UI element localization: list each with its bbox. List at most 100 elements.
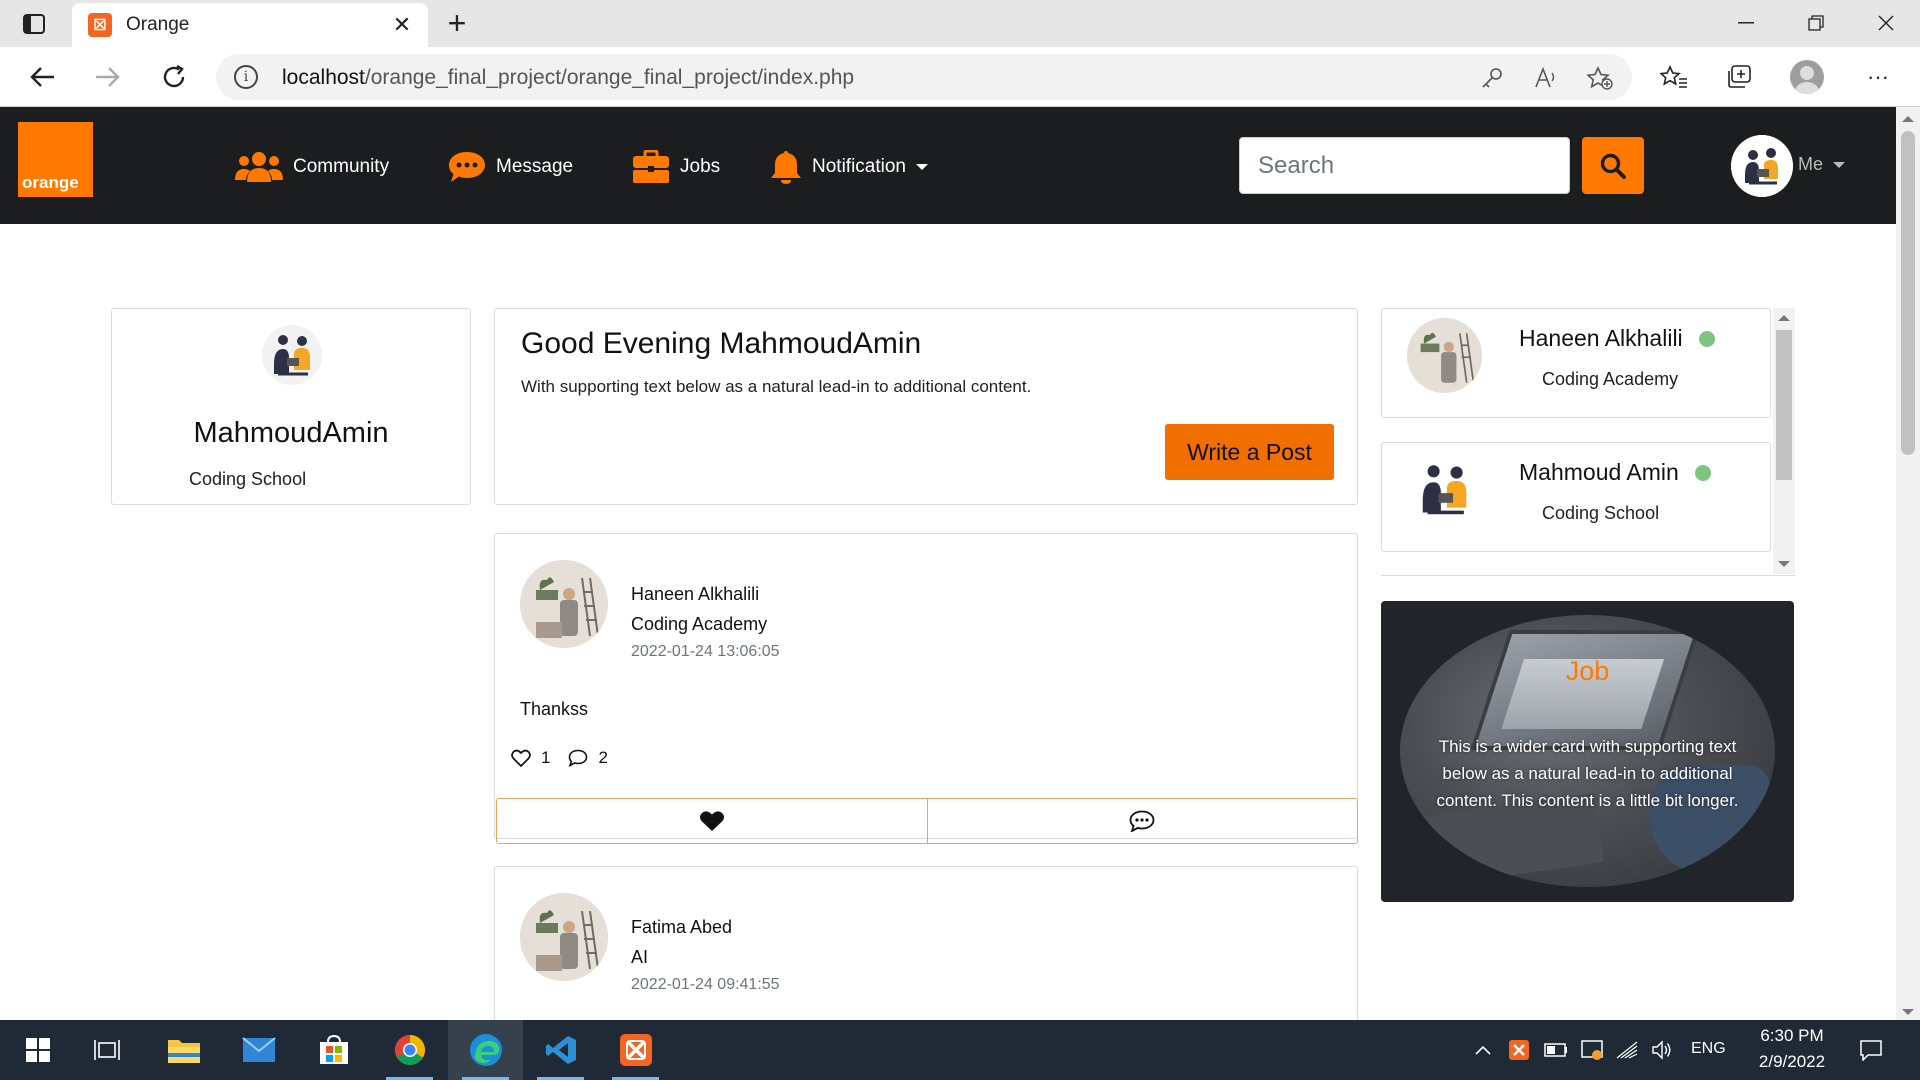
chevron-down-icon [916, 164, 928, 170]
user-avatar[interactable] [1731, 135, 1793, 197]
battery-icon[interactable] [1543, 1038, 1569, 1062]
refresh-icon[interactable] [154, 59, 194, 95]
friend-item[interactable]: Haneen Alkhalili Coding Academy [1381, 308, 1771, 418]
address-bar[interactable]: i localhost/orange_final_project/orange_… [216, 54, 1632, 100]
scroll-up-icon[interactable] [1902, 116, 1914, 122]
chrome-icon [394, 1035, 425, 1066]
browser-toolbar: i localhost/orange_final_project/orange_… [0, 47, 1920, 107]
search-button[interactable] [1582, 137, 1644, 194]
xampp-icon [619, 1034, 652, 1066]
clock-date[interactable]: 2/9/2022 [1745, 1052, 1839, 1072]
like-button[interactable] [497, 799, 927, 843]
heart-icon [699, 811, 724, 831]
scroll-down-icon[interactable] [1902, 1009, 1914, 1015]
task-view-button[interactable] [70, 1020, 145, 1080]
restore-icon[interactable] [1794, 8, 1838, 38]
edge-icon [469, 1034, 502, 1066]
wifi-icon[interactable] [1614, 1038, 1640, 1062]
tab-close-icon[interactable]: ✕ [388, 11, 416, 39]
url-text[interactable]: localhost/orange_final_project/orange_fi… [282, 66, 854, 90]
scroll-up-icon[interactable] [1778, 315, 1790, 321]
close-window-icon[interactable] [1864, 8, 1908, 38]
browser-tabbar: ☒ Orange ✕ + [0, 0, 1920, 47]
tab-actions-icon[interactable] [18, 10, 50, 38]
job-card-title: Job [1565, 656, 1610, 686]
nav-notification[interactable]: Notification [770, 147, 928, 187]
windows-taskbar: ENG 6:30 PM 2/9/2022 [0, 1020, 1920, 1080]
nav-message-label: Message [496, 156, 574, 177]
notifications-icon[interactable] [1858, 1038, 1884, 1062]
site-info-icon[interactable]: i [234, 65, 258, 89]
write-post-button[interactable]: Write a Post [1165, 424, 1334, 480]
scroll-down-icon[interactable] [1778, 561, 1790, 567]
comment-icon [1129, 810, 1155, 832]
comment-count: 2 [598, 748, 608, 767]
post-actions [496, 798, 1358, 844]
mail-icon [241, 1037, 276, 1062]
post-author-name[interactable]: Fatima Abed [631, 917, 732, 938]
profile-card: MahmoudAmin Coding School [111, 308, 471, 505]
online-status-icon [1694, 464, 1711, 481]
search-input[interactable] [1239, 137, 1570, 194]
read-aloud-icon[interactable] [1532, 64, 1560, 92]
more-menu-icon[interactable]: ··· [1861, 61, 1895, 93]
post-card: Fatima Abed AI 2022-01-24 09:41:55 [494, 866, 1358, 1020]
volume-icon[interactable] [1649, 1038, 1675, 1062]
friends-scrollbar[interactable] [1773, 308, 1795, 574]
job-card[interactable]: Job This is a wider card with supporting… [1381, 601, 1794, 902]
language-indicator[interactable]: ENG [1691, 1040, 1726, 1058]
post-author-org: Coding Academy [631, 614, 768, 634]
post-author-avatar [520, 893, 608, 981]
tab-title: Orange [126, 14, 190, 35]
key-icon[interactable] [1478, 64, 1506, 92]
chevron-up-icon[interactable] [1470, 1038, 1496, 1062]
start-button[interactable] [0, 1020, 75, 1080]
add-favorite-icon[interactable] [1586, 64, 1614, 92]
post-date: 2022-01-24 13:06:05 [631, 643, 780, 660]
vscode-app[interactable] [523, 1020, 598, 1080]
scrollbar-thumb[interactable] [1776, 330, 1792, 480]
post-author-name[interactable]: Haneen Alkhalili [631, 584, 759, 605]
friend-org: Coding Academy [1542, 369, 1679, 389]
xampp-app[interactable] [598, 1020, 673, 1080]
clock-time[interactable]: 6:30 PM [1752, 1026, 1832, 1046]
nav-notification-label: Notification [812, 156, 906, 177]
friend-org: Coding School [1542, 503, 1660, 523]
file-explorer-app[interactable] [146, 1020, 221, 1080]
mail-app[interactable] [221, 1020, 296, 1080]
friend-item[interactable]: Mahmoud Amin Coding School [1381, 442, 1771, 552]
search-icon [1600, 153, 1626, 179]
orange-logo[interactable]: orange [18, 122, 93, 197]
friend-avatar [1407, 452, 1482, 527]
nav-jobs[interactable]: Jobs [632, 147, 720, 187]
back-icon[interactable] [22, 59, 62, 95]
device-tray-icon[interactable] [1579, 1038, 1605, 1062]
minimize-icon[interactable] [1724, 8, 1768, 38]
browser-tab-active[interactable]: ☒ Orange ✕ [72, 3, 428, 47]
briefcase-icon [633, 150, 669, 183]
xampp-tray-icon[interactable] [1506, 1038, 1532, 1062]
comment-button[interactable] [926, 799, 1358, 843]
collections-icon[interactable] [1722, 61, 1756, 93]
favorites-icon[interactable] [1657, 61, 1691, 93]
like-count: 1 [541, 748, 551, 767]
comment-outline-icon [569, 749, 588, 767]
page-scrollbar[interactable] [1896, 107, 1920, 1020]
nav-community[interactable]: Community [235, 147, 389, 187]
browser-profile-icon[interactable] [1790, 60, 1824, 94]
new-tab-button[interactable]: + [440, 5, 474, 41]
profile-name: MahmoudAmin [193, 417, 389, 449]
friend-name: Haneen Alkhalili [1519, 325, 1715, 352]
online-friends-list: Haneen Alkhalili Coding Academy Mahmoud … [1381, 307, 1795, 576]
nav-message[interactable]: Message [448, 147, 573, 187]
chat-icon [449, 152, 485, 182]
edge-app[interactable] [448, 1020, 523, 1080]
chrome-app[interactable] [372, 1020, 447, 1080]
me-dropdown[interactable]: Me [1798, 154, 1846, 175]
chevron-down-icon [1833, 161, 1846, 168]
heart-outline-icon [511, 749, 531, 767]
store-app[interactable] [296, 1020, 371, 1080]
scrollbar-thumb[interactable] [1901, 131, 1915, 455]
post-author-org: AI [631, 947, 649, 967]
forward-icon[interactable] [88, 59, 128, 95]
